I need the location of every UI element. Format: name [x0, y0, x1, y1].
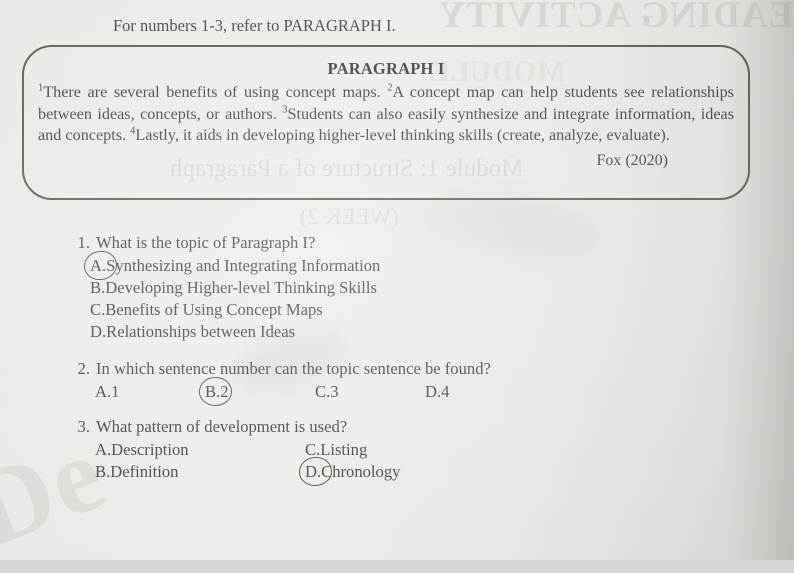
option-letter: C. [90, 300, 106, 319]
option-a[interactable]: A. 1 [95, 381, 119, 403]
option-letter: D. [305, 462, 322, 481]
worksheet-content: For numbers 1-3, refer to PARAGRAPH I. P… [0, 0, 794, 560]
option-b[interactable]: B. Definition [95, 461, 178, 483]
option-text: Relationships between Ideas [106, 322, 296, 341]
option-text: Developing Higher-level Thinking Skills [105, 278, 377, 297]
question-prompt: What pattern of development is used? [96, 417, 348, 436]
option-c[interactable]: C. Listing [305, 439, 367, 461]
option-b[interactable]: B. Developing Higher-level Thinking Skil… [90, 277, 377, 299]
option-d[interactable]: D. Chronology [305, 461, 400, 483]
option-b[interactable]: B. 2 [205, 381, 229, 403]
question-block: 3. What pattern of development is used? A.… [0, 416, 794, 487]
option-letter: B. [205, 382, 221, 401]
question-prompt: What is the topic of Paragraph I? [96, 233, 316, 252]
paragraph-box: PARAGRAPH I 1There are several benefits … [22, 45, 750, 200]
option-text: 3 [330, 382, 339, 401]
question-prompt-line: 1. What is the topic of Paragraph I? [0, 232, 794, 254]
option-letter: C. [305, 440, 321, 459]
option-letter: B. [90, 278, 106, 297]
question-number: 3. [77, 417, 90, 436]
question-number: 2. [77, 359, 90, 378]
question-block: 1. What is the topic of Paragraph I? A. Sy… [0, 232, 794, 341]
question-block: 2. In which sentence number can the topic… [0, 358, 794, 407]
question-number: 1. [77, 233, 90, 252]
paragraph-box-inner: PARAGRAPH I 1There are several benefits … [38, 59, 734, 170]
option-text: Listing [320, 440, 368, 459]
option-text: 1 [111, 382, 120, 401]
instruction-line: For numbers 1-3, refer to PARAGRAPH I. [113, 16, 396, 35]
option-letter: A. [95, 382, 112, 401]
option-a[interactable]: A. Synthesizing and Integrating Informat… [90, 255, 380, 277]
option-d[interactable]: D. Relationships between Ideas [90, 321, 295, 343]
option-text: 2 [220, 382, 229, 401]
paragraph-heading: PARAGRAPH I [327, 59, 445, 78]
sentence-text: There are several benefits of using conc… [43, 83, 388, 101]
option-letter: B. [95, 462, 111, 481]
option-letter: D. [425, 382, 442, 401]
question-prompt-line: 2. In which sentence number can the topic… [0, 358, 794, 380]
option-letter: A. [90, 256, 107, 275]
option-letter: A. [95, 440, 112, 459]
question-prompt-line: 3. What pattern of development is used? [0, 416, 794, 438]
option-text: Description [111, 440, 189, 459]
sentence-text: Lastly, it aids in developing higher-lev… [135, 126, 670, 144]
option-text: Chronology [321, 462, 401, 481]
question-prompt: In which sentence number can the topic s… [96, 359, 491, 378]
paragraph-citation: Fox (2020) [596, 151, 668, 169]
option-a[interactable]: A. Description [95, 439, 189, 461]
scanned-page: READING ACTIVITY MODULE Module 1: Struct… [0, 0, 794, 570]
option-c[interactable]: C. 3 [315, 381, 339, 403]
option-text: Benefits of Using Concept Maps [105, 300, 323, 319]
option-c[interactable]: C. Benefits of Using Concept Maps [90, 299, 323, 321]
option-text: Synthesizing and Integrating Information [106, 256, 381, 275]
option-d[interactable]: D. 4 [425, 381, 449, 403]
option-letter: C. [315, 382, 331, 401]
option-text: Definition [110, 462, 179, 481]
option-text: 4 [441, 382, 450, 401]
paragraph-body: 1There are several benefits of using con… [38, 82, 734, 147]
option-letter: D. [90, 322, 107, 341]
